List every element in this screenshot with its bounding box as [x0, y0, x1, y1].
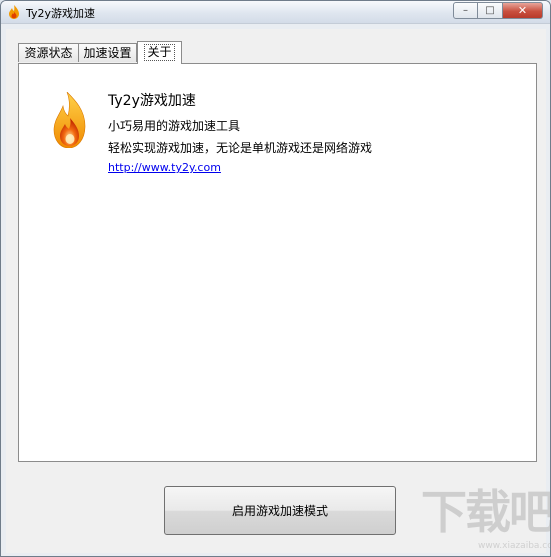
about-tagline: 小巧易用的游戏加速工具 — [108, 119, 241, 133]
window-title: Ty2y游戏加速 — [26, 7, 96, 20]
client-area: 资源状态 加速设置 关于 Ty2y游戏加速 小巧易用的游戏加速工具 轻松实现游戏… — [6, 29, 546, 553]
minimize-button[interactable]: – — [453, 2, 478, 19]
title-bar[interactable]: Ty2y游戏加速 – □ ✕ — [1, 1, 550, 24]
website-link[interactable]: http://www.ty2y.com — [108, 161, 221, 174]
close-button[interactable]: ✕ — [503, 2, 543, 19]
tab-about-label: 关于 — [144, 44, 175, 61]
about-app-name: Ty2y游戏加速 — [108, 93, 196, 109]
tab-about[interactable]: 关于 — [137, 41, 182, 64]
tab-acceleration-settings[interactable]: 加速设置 — [79, 43, 137, 62]
watermark-url: www.xiazaiba.com — [478, 541, 550, 551]
app-window: Ty2y游戏加速 – □ ✕ 资源状态 加速设置 关于 Ty2y游戏加速 小巧易… — [0, 0, 551, 557]
about-description: 轻松实现游戏加速，无论是单机游戏还是网络游戏 — [108, 141, 373, 155]
tab-resource-status[interactable]: 资源状态 — [18, 43, 79, 62]
app-flame-icon — [9, 5, 19, 19]
enable-acceleration-button[interactable]: 启用游戏加速模式 — [164, 486, 396, 535]
about-panel: Ty2y游戏加速 小巧易用的游戏加速工具 轻松实现游戏加速，无论是单机游戏还是网… — [18, 63, 537, 462]
maximize-button[interactable]: □ — [478, 2, 503, 19]
flame-icon — [53, 92, 86, 148]
